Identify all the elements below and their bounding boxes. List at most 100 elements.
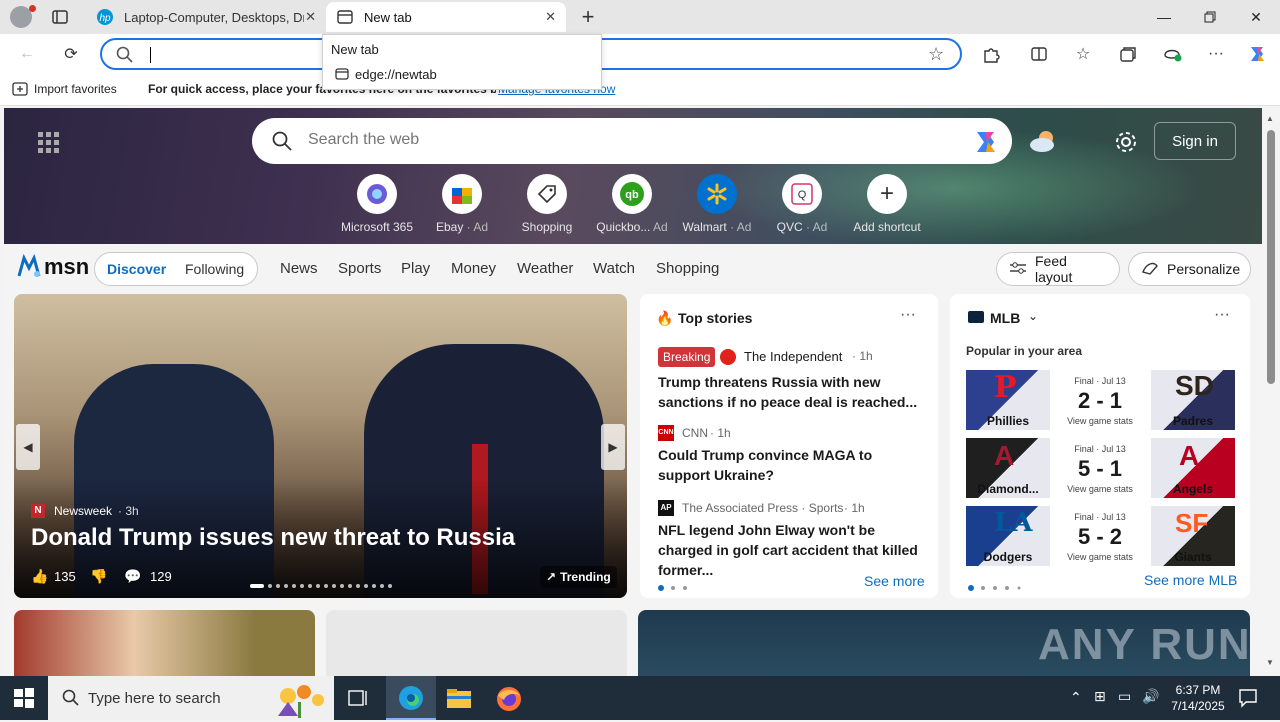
- copilot-icon[interactable]: [970, 126, 1002, 161]
- dodgers-logo-icon: LA: [994, 508, 1033, 538]
- game-row[interactable]: A Diamond... Final · Jul 13 5 - 1 View g…: [966, 438, 1235, 498]
- web-search-box[interactable]: Search the web: [252, 118, 1012, 164]
- refresh-icon[interactable]: ⟳: [56, 40, 86, 68]
- mlb-title[interactable]: MLB: [990, 310, 1020, 326]
- more-options-icon[interactable]: ···: [1201, 40, 1231, 68]
- scroll-up-icon[interactable]: ▲: [1266, 114, 1274, 123]
- close-tab-icon[interactable]: ✕: [545, 9, 556, 25]
- tab-laptop-computer[interactable]: hp Laptop-Computer, Desktops, Druc ✕: [86, 2, 326, 32]
- scrollbar-thumb[interactable]: [1267, 130, 1275, 384]
- view-game-stats-link[interactable]: View game stats: [1050, 416, 1150, 426]
- msn-logo-text[interactable]: msn: [44, 254, 89, 280]
- carousel-pagination[interactable]: [250, 577, 400, 588]
- nav-shopping[interactable]: Shopping: [656, 260, 719, 277]
- network-icon[interactable]: ▭: [1118, 688, 1131, 705]
- suggestion-title[interactable]: New tab: [331, 42, 379, 57]
- see-more-mlb-link[interactable]: See more MLB: [1144, 572, 1237, 588]
- system-clock[interactable]: 6:37 PM 7/14/2025: [1166, 682, 1230, 714]
- windows-start-icon[interactable]: [14, 688, 34, 711]
- team-name: Angels: [1172, 482, 1213, 496]
- tab-title: Laptop-Computer, Desktops, Druc: [124, 9, 304, 25]
- story-headline[interactable]: Trump threatens Russia with new sanction…: [658, 372, 918, 412]
- tab-new-tab[interactable]: New tab ✕: [326, 2, 566, 32]
- shortcut-quickbooks[interactable]: qb Quickbo... Ad: [592, 174, 672, 234]
- team-angels: A Angels: [1151, 438, 1235, 498]
- taskbar-edge-app[interactable]: [386, 676, 436, 720]
- independent-logo-icon: [720, 349, 736, 365]
- network-device-icon[interactable]: ⊞: [1094, 688, 1106, 705]
- more-options-icon[interactable]: ···: [900, 306, 916, 324]
- tab-discover[interactable]: Discover: [107, 261, 166, 277]
- favorites-icon[interactable]: ☆: [1068, 40, 1098, 68]
- shortcut-microsoft-365[interactable]: Microsoft 365: [337, 174, 417, 234]
- personalize-button[interactable]: Personalize: [1128, 252, 1251, 286]
- page-scrollbar[interactable]: ▲ ▼: [1262, 108, 1280, 676]
- view-game-stats-link[interactable]: View game stats: [1050, 484, 1150, 494]
- import-favorites-button[interactable]: Import favorites: [34, 82, 117, 96]
- chevron-down-icon[interactable]: ⌄: [1028, 309, 1038, 323]
- tab-actions-icon[interactable]: [50, 8, 70, 26]
- nav-weather[interactable]: Weather: [517, 260, 573, 277]
- previous-slide-icon[interactable]: ◀: [16, 424, 40, 470]
- taskbar-search-box[interactable]: Type here to search: [48, 676, 334, 720]
- dislike-icon[interactable]: 👎: [90, 568, 107, 585]
- game-row[interactable]: P Phillies Final · Jul 13 2 - 1 View gam…: [966, 370, 1235, 430]
- scroll-down-icon[interactable]: ▼: [1266, 658, 1274, 667]
- chevron-up-icon[interactable]: ⌃: [1070, 689, 1082, 706]
- comment-count: 129: [150, 569, 172, 584]
- file-explorer-icon[interactable]: [446, 686, 472, 713]
- restore-icon[interactable]: [1187, 0, 1233, 34]
- extensions-icon[interactable]: [976, 40, 1006, 68]
- next-slide-icon[interactable]: ▶: [601, 424, 625, 470]
- story-headline[interactable]: NFL legend John Elway won't be charged i…: [658, 520, 928, 580]
- story-card-photo[interactable]: [14, 610, 315, 676]
- shortcut-add[interactable]: + Add shortcut: [847, 174, 927, 234]
- story-card-placeholder[interactable]: [326, 610, 627, 676]
- volume-icon[interactable]: 🔊: [1142, 688, 1159, 705]
- feed-layout-button[interactable]: Feed layout: [996, 252, 1120, 286]
- story-headline[interactable]: Could Trump convince MAGA to support Ukr…: [658, 445, 928, 485]
- suggestion-url[interactable]: edge://newtab: [355, 67, 437, 82]
- main-story-card[interactable]: ◀ ▶ N Newsweek · 3h Donald Trump issues …: [14, 294, 627, 598]
- game-row[interactable]: LA Dodgers Final · Jul 13 5 - 2 View gam…: [966, 506, 1235, 566]
- notifications-icon[interactable]: [1238, 688, 1258, 711]
- nav-news[interactable]: News: [280, 260, 318, 277]
- more-options-icon[interactable]: ···: [1214, 306, 1230, 324]
- like-icon[interactable]: 👍: [31, 568, 48, 585]
- shortcut-qvc[interactable]: Q QVC · Ad: [762, 174, 842, 234]
- settings-gear-icon[interactable]: [1114, 130, 1138, 157]
- comment-icon[interactable]: 💬: [124, 568, 141, 585]
- tab-following[interactable]: Following: [185, 261, 244, 277]
- task-view-icon[interactable]: [348, 688, 370, 711]
- view-game-stats-link[interactable]: View game stats: [1050, 552, 1150, 562]
- story-source: Newsweek: [54, 504, 113, 518]
- story-headline[interactable]: Donald Trump issues new threat to Russia: [31, 524, 515, 552]
- shortcut-walmart[interactable]: Walmart · Ad: [677, 174, 757, 234]
- browser-essentials-icon[interactable]: [1158, 40, 1188, 68]
- split-screen-icon[interactable]: [1024, 40, 1054, 68]
- top-stories-pagination[interactable]: [658, 579, 698, 594]
- back-arrow-icon[interactable]: ←: [12, 40, 42, 68]
- story-card-large[interactable]: ANY RUN: [638, 610, 1250, 676]
- top-stories-title[interactable]: Top stories: [678, 310, 752, 326]
- collections-icon[interactable]: [1113, 40, 1143, 68]
- mlb-pagination[interactable]: [968, 579, 1024, 594]
- sign-in-button[interactable]: Sign in: [1154, 122, 1236, 160]
- weather-cloud-icon[interactable]: [1028, 128, 1060, 157]
- nav-sports[interactable]: Sports: [338, 260, 381, 277]
- shortcut-shopping[interactable]: Shopping: [507, 174, 587, 234]
- nav-watch[interactable]: Watch: [593, 260, 635, 277]
- close-tab-icon[interactable]: ✕: [305, 9, 316, 25]
- close-window-icon[interactable]: ✕: [1233, 0, 1279, 34]
- tab-title: New tab: [364, 9, 412, 25]
- copilot-icon[interactable]: [1242, 40, 1272, 68]
- see-more-link[interactable]: See more: [864, 573, 925, 589]
- apps-grid-icon[interactable]: [34, 128, 64, 158]
- nav-money[interactable]: Money: [451, 260, 496, 277]
- shortcut-ebay[interactable]: Ebay · Ad: [422, 174, 502, 234]
- nav-play[interactable]: Play: [401, 260, 430, 277]
- firefox-icon[interactable]: [496, 686, 522, 715]
- new-tab-plus-icon[interactable]: +: [576, 4, 600, 30]
- favorite-star-icon[interactable]: ☆: [928, 44, 944, 65]
- minimize-icon[interactable]: —: [1141, 0, 1187, 34]
